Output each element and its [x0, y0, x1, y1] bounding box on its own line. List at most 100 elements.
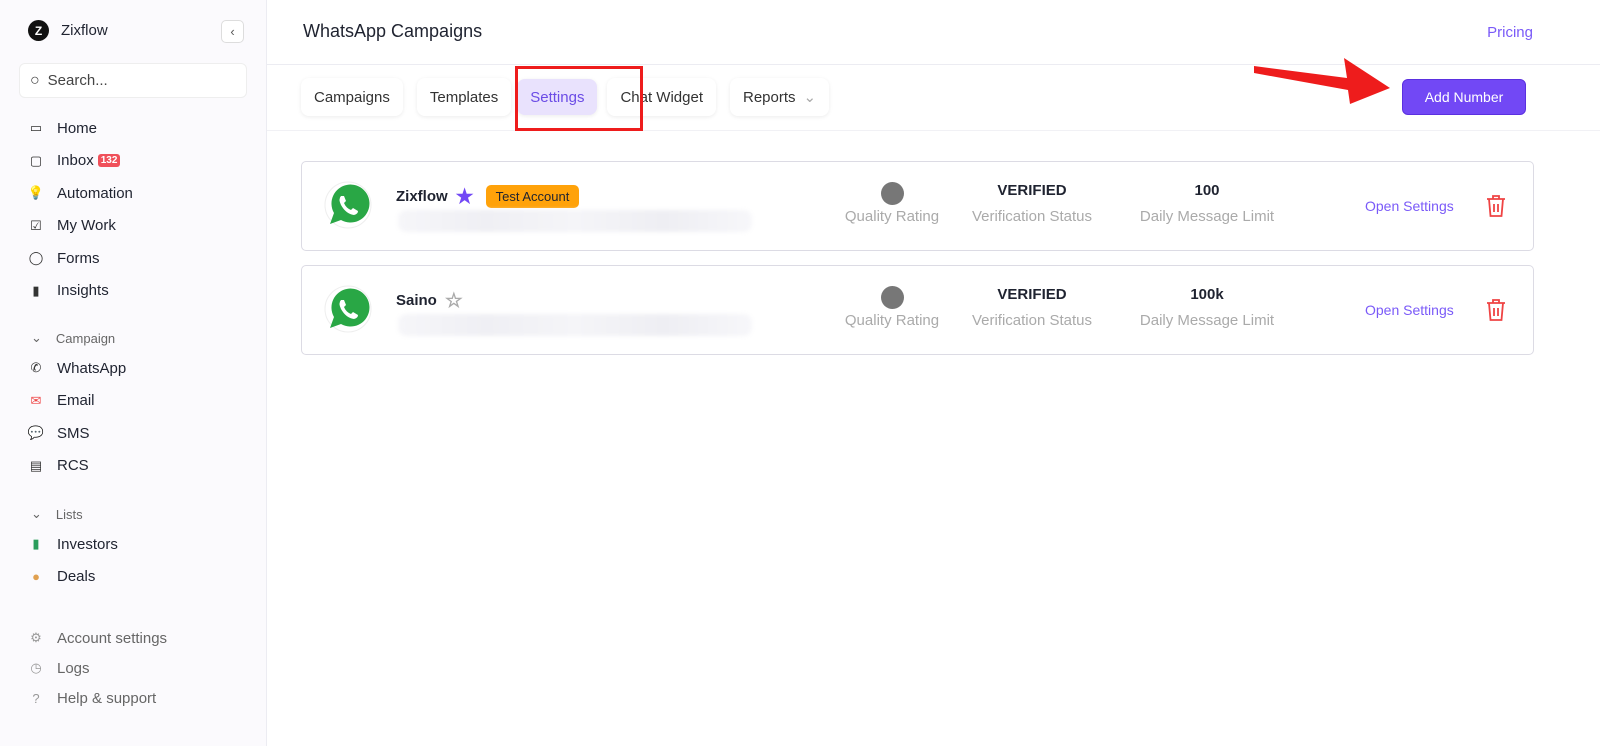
- pricing-link[interactable]: Pricing: [1487, 24, 1533, 41]
- divider: [267, 130, 1600, 131]
- label: Logs: [57, 659, 90, 677]
- inbox-icon: ▢: [29, 152, 43, 168]
- tab-reports[interactable]: Reports ⌄: [730, 78, 830, 116]
- search-icon: ○: [30, 71, 40, 89]
- campaign-section-toggle[interactable]: ⌄ Campaign: [27, 324, 257, 352]
- sidebar-item-forms[interactable]: ◯ Forms: [27, 242, 257, 275]
- clock-icon: ◷: [30, 660, 42, 675]
- brand[interactable]: Z Zixflow: [28, 20, 108, 41]
- quality-dot: [880, 286, 904, 309]
- value: 100: [1194, 182, 1220, 199]
- label: Daily Message Limit: [1139, 208, 1275, 225]
- blurred-phone-number: [398, 210, 752, 232]
- rcs-icon: ▤: [29, 457, 43, 473]
- sidebar-item-automation[interactable]: 💡 Automation: [27, 177, 257, 210]
- whatsapp-logo-icon: [324, 285, 372, 333]
- account-name-row: Saino ☆: [396, 288, 463, 313]
- quality-rating: Quality Rating: [822, 182, 962, 225]
- sidebar-item-help[interactable]: ? Help & support: [27, 683, 257, 713]
- brand-name: Zixflow: [61, 22, 108, 39]
- checkbox-icon: ☑: [30, 217, 42, 233]
- gear-icon: ⚙: [30, 630, 42, 645]
- value: VERIFIED: [997, 182, 1067, 199]
- star-filled-icon[interactable]: ★: [456, 184, 474, 209]
- search-placeholder: Search...: [47, 72, 108, 89]
- label: Quality Rating: [844, 312, 940, 329]
- account-name: Zixflow: [396, 188, 448, 205]
- sidebar-item-email[interactable]: ✉ Email: [27, 385, 257, 418]
- email-icon: ✉: [30, 392, 42, 408]
- label: RCS: [57, 457, 89, 475]
- chevron-down-icon: ⌄: [803, 89, 817, 106]
- money-bag-icon: ●: [32, 569, 40, 585]
- label: Automation: [57, 184, 133, 202]
- account-name: Saino: [396, 292, 437, 309]
- label: Quality Rating: [844, 208, 940, 225]
- label: Account settings: [57, 629, 168, 647]
- page-title: WhatsApp Campaigns: [303, 21, 483, 41]
- sidebar-item-insights[interactable]: ▮ Insights: [27, 275, 257, 308]
- value: 100k: [1190, 286, 1224, 303]
- zixflow-logo: Z: [28, 20, 49, 41]
- lists-section-toggle[interactable]: ⌄ Lists: [27, 500, 257, 528]
- verification-status: VERIFIED Verification Status: [962, 286, 1102, 329]
- sidebar-item-deals[interactable]: ● Deals: [27, 561, 257, 594]
- label: Inbox: [57, 152, 94, 170]
- sidebar-item-inbox[interactable]: ▢ Inbox 132: [27, 145, 257, 178]
- sidebar: Z Zixflow ‹ ○ Search... ▭ Home ▢ Inbox 132 💡 A…: [0, 0, 267, 746]
- label: Email: [57, 392, 95, 410]
- chevron-down-icon: ⌄: [31, 506, 42, 521]
- label: Reports: [743, 88, 796, 106]
- label: Campaign: [55, 330, 116, 346]
- tab-campaigns[interactable]: Campaigns: [301, 78, 403, 116]
- label: Verification Status: [971, 312, 1093, 329]
- label: SMS: [57, 424, 90, 442]
- verification-status: VERIFIED Verification Status: [962, 182, 1102, 225]
- tab-templates[interactable]: Templates: [416, 78, 512, 116]
- quality-dot: [880, 182, 904, 205]
- help-icon: ?: [32, 690, 40, 706]
- sidebar-item-whatsapp[interactable]: ✆ WhatsApp: [27, 352, 257, 385]
- chat-bubble-icon: ◯: [28, 250, 44, 266]
- label: Home: [57, 119, 98, 137]
- whatsapp-logo-icon: [324, 181, 372, 229]
- value: VERIFIED: [997, 286, 1067, 303]
- daily-message-limit: 100k Daily Message Limit: [1127, 286, 1287, 329]
- search-input[interactable]: ○ Search...: [19, 63, 247, 98]
- label: WhatsApp: [57, 359, 127, 377]
- collapse-sidebar-button[interactable]: ‹: [221, 20, 244, 43]
- sidebar-item-logs[interactable]: ◷ Logs: [27, 653, 257, 683]
- sidebar-item-investors[interactable]: ▮ Investors: [27, 528, 257, 561]
- sidebar-item-account-settings[interactable]: ⚙ Account settings: [27, 623, 257, 653]
- label: Lists: [55, 506, 83, 522]
- annotation-arrow-icon: [1254, 58, 1390, 104]
- test-account-badge: Test Account: [485, 185, 580, 208]
- account-card: Zixflow ★ Test Account Quality Rating VERI…: [301, 161, 1534, 251]
- add-number-button[interactable]: Add Number: [1402, 79, 1526, 115]
- trash-icon[interactable]: [1485, 298, 1507, 322]
- sidebar-item-rcs[interactable]: ▤ RCS: [27, 450, 257, 483]
- main-header: WhatsApp Campaigns Pricing: [267, 0, 1600, 65]
- label: Help & support: [57, 689, 157, 707]
- sidebar-item-my-work[interactable]: ☑ My Work: [27, 210, 257, 243]
- label: Investors: [57, 535, 118, 553]
- label: Deals: [57, 568, 96, 586]
- sidebar-item-home[interactable]: ▭ Home: [27, 112, 257, 145]
- sidebar-item-sms[interactable]: 💬 SMS: [27, 417, 257, 450]
- quality-rating: Quality Rating: [822, 286, 962, 329]
- open-settings-link[interactable]: Open Settings: [1365, 302, 1454, 318]
- laptop-icon: ▭: [29, 120, 43, 136]
- account-card: Saino ☆ Quality Rating VERIFIED Verificati…: [301, 265, 1534, 355]
- whatsapp-icon: ✆: [30, 360, 42, 376]
- label: My Work: [57, 217, 116, 235]
- open-settings-link[interactable]: Open Settings: [1365, 198, 1454, 214]
- bar-chart-icon: ▮: [32, 282, 40, 298]
- label: Forms: [57, 249, 100, 267]
- money-icon: ▮: [32, 536, 40, 552]
- label: Daily Message Limit: [1139, 312, 1275, 329]
- sms-icon: 💬: [27, 425, 45, 441]
- label: Insights: [57, 282, 109, 300]
- label: Verification Status: [971, 208, 1093, 225]
- star-outline-icon[interactable]: ☆: [445, 288, 463, 313]
- trash-icon[interactable]: [1485, 194, 1507, 218]
